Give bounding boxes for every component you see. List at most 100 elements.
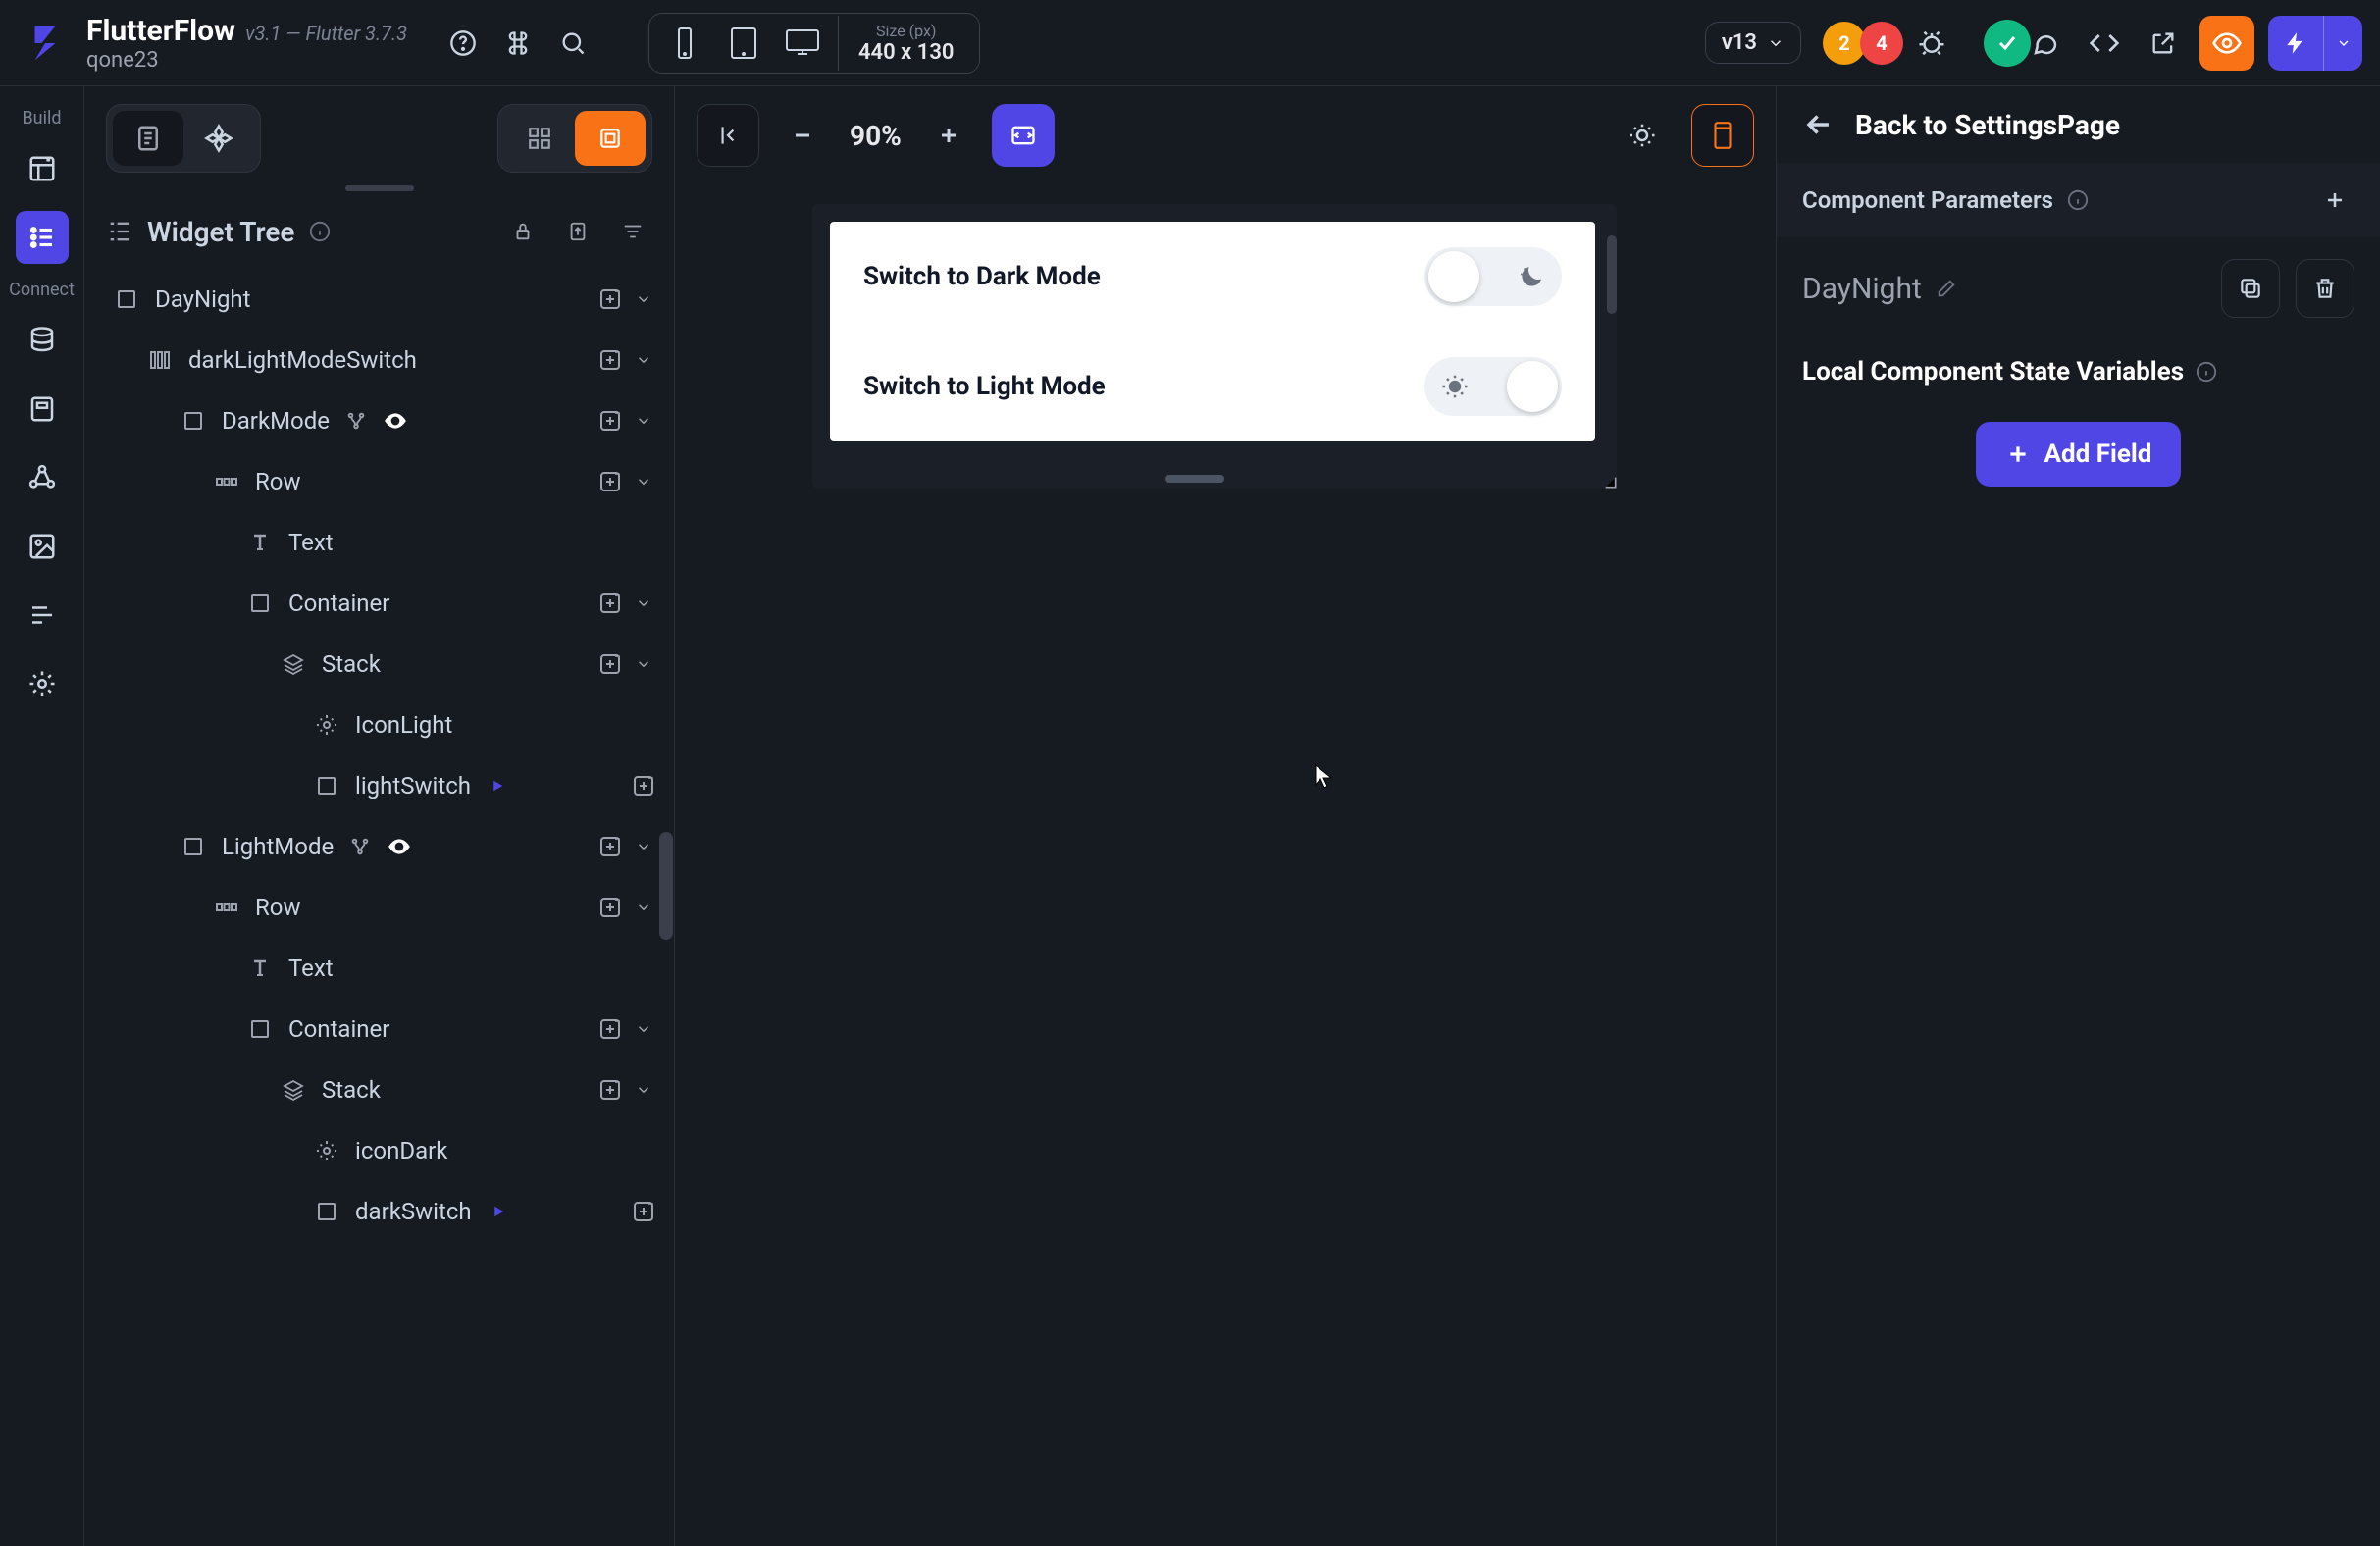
device-desktop-button[interactable] xyxy=(773,16,832,71)
expand-button[interactable] xyxy=(558,212,597,251)
lock-button[interactable] xyxy=(503,212,543,251)
version-selector[interactable]: v13 xyxy=(1705,22,1801,64)
tree-node-daynight[interactable]: DayNight xyxy=(84,269,674,330)
rail-custom-code-button[interactable] xyxy=(16,589,69,642)
tree-node-row[interactable]: Row xyxy=(84,451,674,512)
add-widget-icon[interactable] xyxy=(597,895,623,920)
issues-badge-group[interactable]: 2 4 xyxy=(1823,21,1954,66)
zoom-in-button[interactable] xyxy=(923,104,974,167)
device-phone-button[interactable] xyxy=(655,16,714,71)
add-field-button[interactable]: Add Field xyxy=(1976,422,2182,487)
expand-icon[interactable] xyxy=(631,469,656,494)
theme-toggle-button[interactable] xyxy=(1611,104,1674,167)
rail-settings-button[interactable] xyxy=(16,657,69,710)
code-view-button[interactable] xyxy=(2082,21,2127,66)
tree-node-lightswitch[interactable]: lightSwitch xyxy=(84,755,674,816)
surface-scrollbar[interactable] xyxy=(1607,235,1617,314)
device-tablet-button[interactable] xyxy=(714,16,773,71)
info-icon[interactable] xyxy=(309,221,331,242)
resize-handle-icon[interactable] xyxy=(1599,471,1619,490)
tree-node-text[interactable]: Text xyxy=(84,512,674,573)
tree-node-stack[interactable]: Stack xyxy=(84,1059,674,1120)
duplicate-button[interactable] xyxy=(2221,259,2280,318)
expand-icon[interactable] xyxy=(631,408,656,434)
add-widget-icon[interactable] xyxy=(631,1199,656,1224)
expand-icon[interactable] xyxy=(631,651,656,677)
visibility-icon[interactable] xyxy=(387,834,412,859)
add-widget-icon[interactable] xyxy=(597,651,623,677)
preview-button[interactable] xyxy=(2199,16,2254,71)
play-icon[interactable] xyxy=(486,1199,511,1224)
tree-scrollbar[interactable] xyxy=(659,832,673,940)
sort-button[interactable] xyxy=(613,212,652,251)
info-icon[interactable] xyxy=(2067,189,2089,211)
add-widget-icon[interactable] xyxy=(597,591,623,616)
light-mode-switch[interactable] xyxy=(1424,357,1562,416)
expand-icon[interactable] xyxy=(631,591,656,616)
open-external-button[interactable] xyxy=(2141,21,2186,66)
dark-mode-switch[interactable] xyxy=(1424,247,1562,306)
box-icon xyxy=(112,284,141,314)
component-name-row: DayNight xyxy=(1777,237,2380,339)
expand-icon[interactable] xyxy=(631,1016,656,1042)
grid-layout-tab[interactable] xyxy=(504,111,575,166)
tree-node-darkmode[interactable]: DarkMode xyxy=(84,390,674,451)
expand-icon[interactable] xyxy=(631,286,656,312)
state-variables-label: Local Component State Variables xyxy=(1802,357,2184,386)
fit-to-screen-button[interactable] xyxy=(992,104,1055,167)
rail-api-button[interactable] xyxy=(16,451,69,504)
tree-node-darkswitch[interactable]: darkSwitch xyxy=(84,1181,674,1242)
tree-node-container[interactable]: Container xyxy=(84,573,674,634)
surface-drag-handle[interactable] xyxy=(1165,475,1224,483)
tree-node-darklightmodeswitch[interactable]: darkLightModeSwitch xyxy=(84,330,674,390)
tree-node-icondark[interactable]: iconDark xyxy=(84,1120,674,1181)
tree-node-lightmode[interactable]: LightMode xyxy=(84,816,674,877)
canvas-size-display: Size (px) 440 x 130 xyxy=(838,16,973,71)
add-widget-icon[interactable] xyxy=(597,408,623,434)
add-widget-icon[interactable] xyxy=(597,469,623,494)
info-icon[interactable] xyxy=(2196,361,2217,383)
tree-node-container[interactable]: Container xyxy=(84,999,674,1059)
tree-node-row[interactable]: Row xyxy=(84,877,674,938)
help-button[interactable] xyxy=(440,21,486,66)
sun-icon xyxy=(1438,370,1472,403)
design-surface[interactable]: Switch to Dark Mode Switch to Light Mode xyxy=(812,204,1617,489)
rail-dashboard-button[interactable] xyxy=(16,142,69,195)
tree-node-stack[interactable]: Stack xyxy=(84,634,674,695)
add-widget-icon[interactable] xyxy=(597,834,623,859)
rail-data-types-button[interactable] xyxy=(16,383,69,436)
search-button[interactable] xyxy=(550,21,595,66)
add-widget-icon[interactable] xyxy=(597,286,623,312)
expand-icon[interactable] xyxy=(631,1077,656,1103)
run-dropdown-button[interactable] xyxy=(2323,16,2362,71)
rail-widget-tree-button[interactable] xyxy=(16,211,69,264)
expand-icon[interactable] xyxy=(631,834,656,859)
canvas-layout-tab[interactable] xyxy=(575,111,646,166)
rail-media-button[interactable] xyxy=(16,520,69,573)
play-icon[interactable] xyxy=(485,773,510,799)
delete-button[interactable] xyxy=(2296,259,2354,318)
zoom-out-button[interactable] xyxy=(777,104,828,167)
tree-node-iconlight[interactable]: IconLight xyxy=(84,695,674,755)
tree-node-text[interactable]: Text xyxy=(84,938,674,999)
expand-icon[interactable] xyxy=(631,347,656,373)
add-parameter-button[interactable] xyxy=(2315,180,2354,220)
add-widget-icon[interactable] xyxy=(597,1077,623,1103)
add-widget-icon[interactable] xyxy=(597,347,623,373)
visibility-icon[interactable] xyxy=(383,408,408,434)
collapse-panel-button[interactable] xyxy=(697,104,759,167)
panel-resize-handle[interactable] xyxy=(84,182,674,194)
comments-button[interactable] xyxy=(2023,21,2068,66)
switch-knob xyxy=(1507,361,1558,412)
rail-database-button[interactable] xyxy=(16,314,69,367)
pages-tab[interactable] xyxy=(113,111,183,166)
add-widget-icon[interactable] xyxy=(631,773,656,799)
edit-icon[interactable] xyxy=(1936,278,1957,299)
add-widget-icon[interactable] xyxy=(597,1016,623,1042)
run-button[interactable] xyxy=(2268,16,2323,71)
back-button[interactable] xyxy=(1802,108,1836,141)
command-palette-button[interactable] xyxy=(495,21,541,66)
components-tab[interactable] xyxy=(183,111,254,166)
expand-icon[interactable] xyxy=(631,895,656,920)
device-frame-button[interactable] xyxy=(1691,104,1754,167)
